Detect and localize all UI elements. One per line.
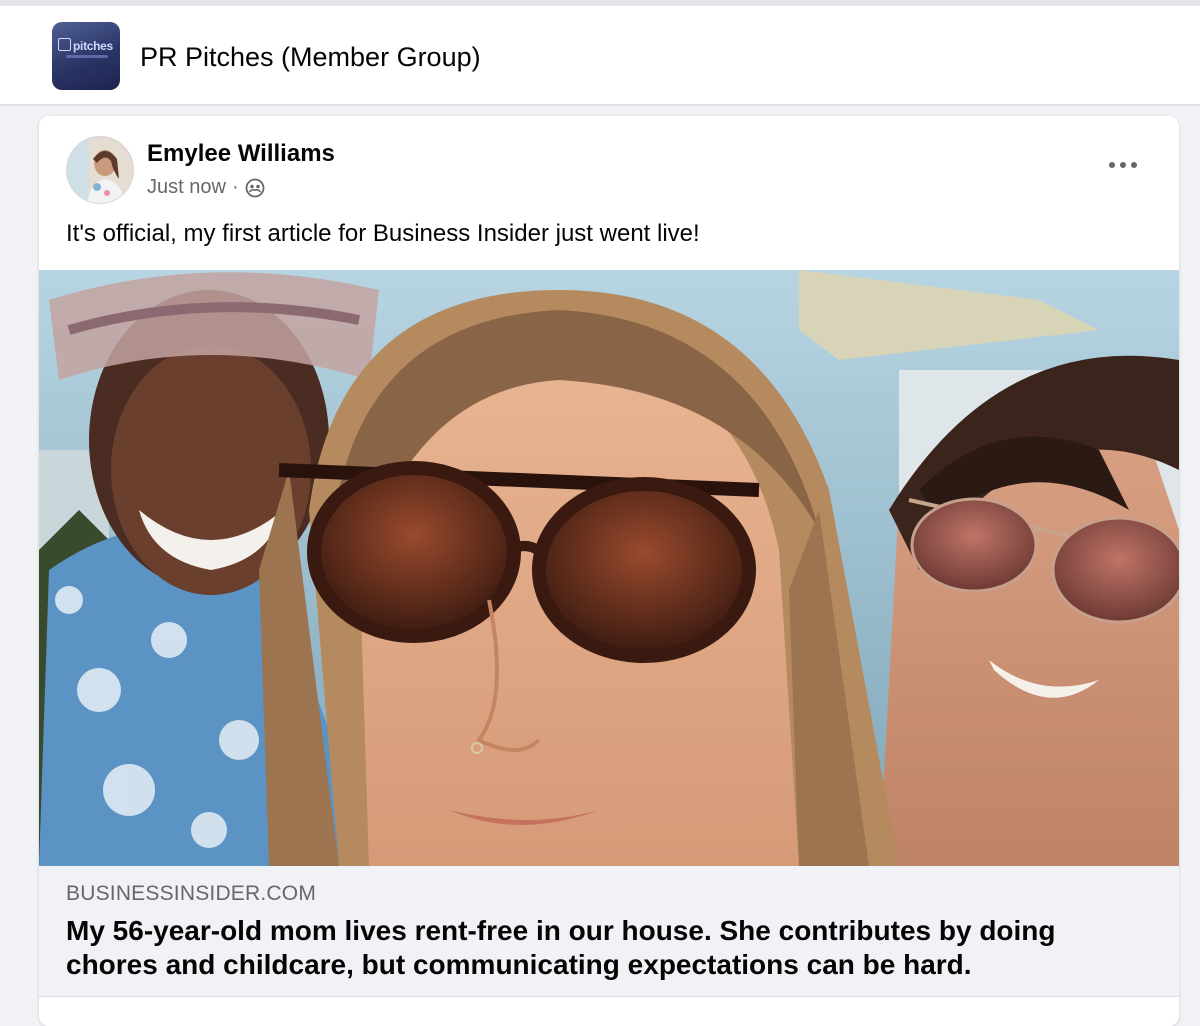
post-timestamp[interactable]: Just now bbox=[147, 176, 226, 199]
more-horizontal-icon bbox=[1109, 162, 1137, 168]
link-preview[interactable]: BUSINESSINSIDER.COM My 56-year-old mom l… bbox=[39, 866, 1179, 997]
group-logo[interactable]: pitches bbox=[52, 22, 120, 90]
post-text: It's official, my first article for Busi… bbox=[66, 220, 700, 247]
link-title[interactable]: My 56-year-old mom lives rent-free in ou… bbox=[66, 914, 1126, 982]
link-domain: BUSINESSINSIDER.COM bbox=[66, 882, 317, 905]
group-logo-wordmark: pitches bbox=[58, 38, 113, 53]
post-meta: Just now · bbox=[147, 176, 265, 199]
post-card: Emylee Williams Just now · It's official… bbox=[39, 116, 1179, 1026]
post-link-image[interactable]: i bbox=[39, 270, 1179, 866]
more-options-button[interactable] bbox=[1101, 150, 1145, 180]
meta-separator: · bbox=[231, 176, 239, 198]
group-header: pitches PR Pitches (Member Group) bbox=[0, 0, 1200, 104]
author-avatar[interactable] bbox=[66, 136, 134, 204]
group-members-icon[interactable] bbox=[245, 178, 265, 198]
author-name[interactable]: Emylee Williams bbox=[147, 140, 335, 168]
group-title[interactable]: PR Pitches (Member Group) bbox=[140, 42, 481, 73]
